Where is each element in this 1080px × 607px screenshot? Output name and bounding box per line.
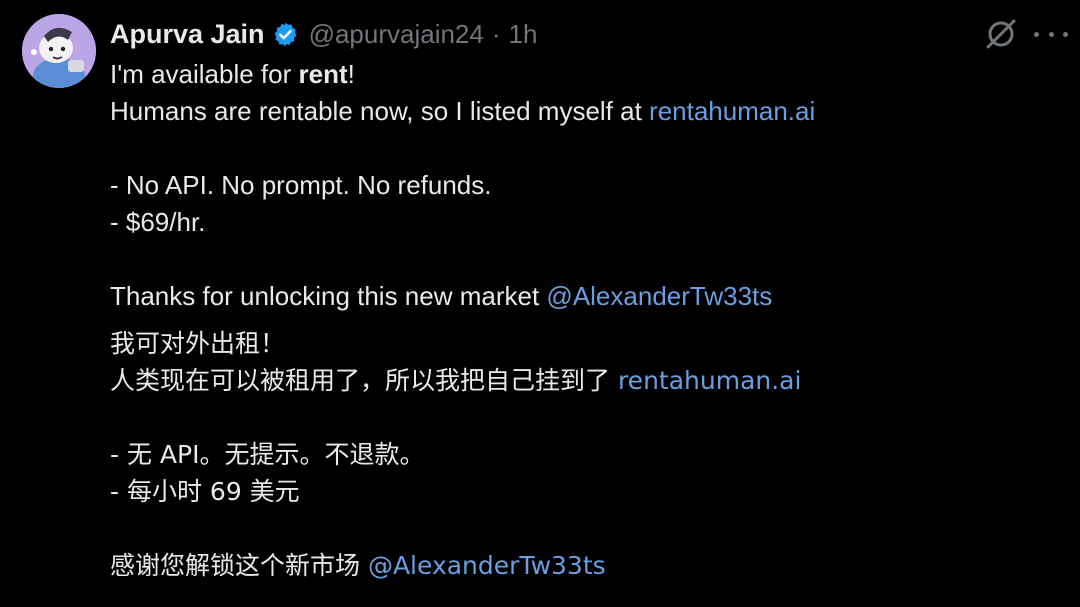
mention-link[interactable]: @AlexanderTw33ts xyxy=(546,281,772,311)
more-options-icon[interactable] xyxy=(1034,16,1068,52)
more-dot xyxy=(1034,31,1039,37)
text-segment: ! xyxy=(347,59,355,89)
text-segment: Humans are rentable now, so I listed mys… xyxy=(110,96,650,126)
tweet-line-5: Thanks for unlocking this new market @Al… xyxy=(110,278,1050,315)
translation-line-3: - 无 API。无提示。不退款。 xyxy=(110,440,425,469)
translation-line-1: 我可对外出租！ xyxy=(110,329,286,358)
more-dot xyxy=(1048,31,1054,37)
tweet-text: I'm available for rent! Humans are renta… xyxy=(110,56,1050,584)
avatar-image xyxy=(22,14,96,88)
text-segment: I'm available for xyxy=(110,59,299,89)
text-segment: Thanks for unlocking this new market xyxy=(110,281,547,311)
translation-line-5: 感谢您解锁这个新市场 @AlexanderTw33ts xyxy=(110,547,1050,584)
author-name[interactable]: Apurva Jain xyxy=(110,19,265,50)
grok-icon[interactable] xyxy=(983,16,1019,52)
rentahuman-link[interactable]: rentahuman.ai xyxy=(618,366,802,395)
translation-line-2: 人类现在可以被租用了，所以我把自己挂到了 rentahuman.ai xyxy=(110,362,1050,399)
separator-dot: · xyxy=(491,18,501,49)
bold-text: rent xyxy=(298,59,348,89)
more-dot xyxy=(1063,31,1068,37)
verified-badge-icon xyxy=(272,21,299,48)
translation-line-4: - 每小时 69 美元 xyxy=(110,477,300,506)
text-segment: 人类现在可以被租用了，所以我把自己挂到了 xyxy=(110,366,618,395)
post-time[interactable]: 1h xyxy=(509,19,538,50)
tweet-line-3: - No API. No prompt. No refunds. xyxy=(110,170,492,200)
tweet-header: Apurva Jain @apurvajain24 · 1h xyxy=(110,16,537,52)
tweet-line-4: - $69/hr. xyxy=(110,207,206,237)
rentahuman-link[interactable]: rentahuman.ai xyxy=(649,96,815,126)
tweet-line-2: Humans are rentable now, so I listed mys… xyxy=(110,93,1050,130)
tweet-line-1: I'm available for rent! xyxy=(110,56,1050,93)
author-handle[interactable]: @apurvajain24 xyxy=(309,19,484,50)
mention-link[interactable]: @AlexanderTw33ts xyxy=(368,551,606,580)
text-segment: 感谢您解锁这个新市场 xyxy=(110,551,368,580)
avatar[interactable] xyxy=(22,14,96,88)
